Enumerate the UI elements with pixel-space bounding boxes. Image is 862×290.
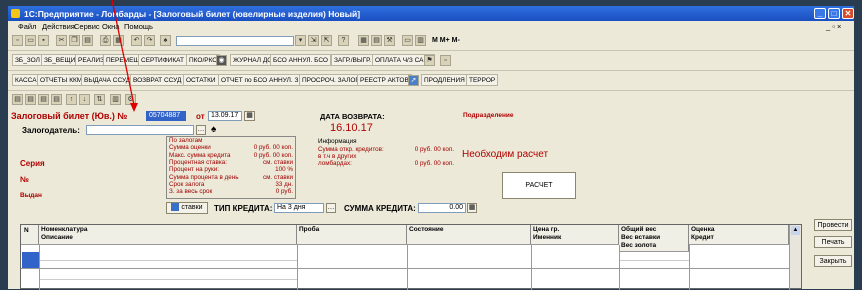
annotation-arrow (111, 0, 138, 112)
